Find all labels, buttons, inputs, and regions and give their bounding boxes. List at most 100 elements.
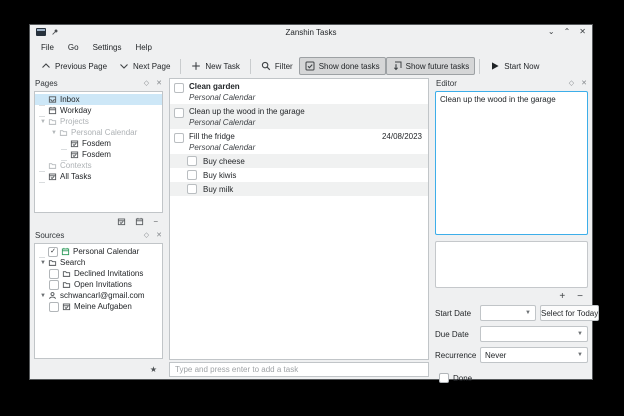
source-item-declined-invitations[interactable]: Declined Invitations [35,268,162,279]
task-row[interactable]: Clean up the wood in the garage Personal… [170,104,428,129]
pages-item-fosdem-1[interactable]: Fosdem [35,138,162,149]
maximize-button[interactable]: ⌃ [564,28,571,36]
source-checkbox-checked[interactable]: ✓ [48,247,58,257]
pages-item-inbox[interactable]: Inbox [35,94,162,105]
show-done-label: Show done tasks [319,62,380,71]
source-item-meine-aufgaben[interactable]: Meine Aufgaben [35,301,162,312]
plus-icon [191,61,201,71]
due-date-row: Due Date ▼ [435,326,588,342]
titlebar[interactable]: Zanshin Tasks ⌄ ⌃ ✕ [30,25,592,39]
task-checkbox[interactable] [174,108,184,118]
menu-go[interactable]: Go [61,41,86,54]
source-checkbox[interactable] [49,269,59,279]
new-task-button[interactable]: New Task [185,57,246,75]
tree-item-label: Projects [60,117,89,126]
task-description-editor[interactable]: Clean up the wood in the garage [435,91,588,235]
expander-icon[interactable]: ▼ [49,128,59,138]
attachment-list[interactable] [435,241,588,288]
new-task-label: New Task [205,62,240,71]
due-date-combobox[interactable]: ▼ [480,326,588,342]
pages-item-projects[interactable]: ▼ Projects [35,116,162,127]
app-window: Zanshin Tasks ⌄ ⌃ ✕ File Go Settings Hel… [29,24,593,380]
tree-item-label: Meine Aufgaben [74,302,132,311]
expander-icon[interactable]: ▼ [38,258,48,268]
pages-footer: − [30,213,167,229]
default-source-button[interactable]: ★ [150,365,157,374]
close-button[interactable]: ✕ [579,28,586,36]
add-context-button[interactable] [135,217,144,226]
expander-icon[interactable]: ▼ [38,117,48,127]
pages-item-contexts[interactable]: Contexts [35,160,162,171]
task-row[interactable]: Buy milk [170,182,428,196]
tree-item-label: Open Invitations [74,280,132,289]
task-checkbox[interactable] [187,170,197,180]
recurrence-value: Never [485,351,506,360]
add-task-input[interactable] [169,362,429,377]
start-date-row: Start Date ▼ Select for Today [435,305,588,321]
task-title: Buy kiwis [203,171,236,180]
tree-item-label: schwancarl@gmail.com [60,291,145,300]
sources-float-button[interactable]: ◇ [144,232,149,239]
start-now-button[interactable]: Start Now [484,57,545,75]
sources-close-button[interactable]: ✕ [156,232,162,239]
pages-panel-header: Pages ◇ ✕ [30,77,167,90]
pages-float-button[interactable]: ◇ [144,80,149,87]
menu-settings[interactable]: Settings [86,41,129,54]
done-label: Done [453,374,472,383]
task-checkbox[interactable] [187,156,197,166]
pages-item-personal-calendar[interactable]: ▼ Personal Calendar [35,127,162,138]
recurrence-row: Recurrence Never ▼ [435,347,588,363]
task-checkbox[interactable] [187,184,197,194]
menu-file[interactable]: File [34,41,61,54]
expander-icon[interactable]: ▼ [38,291,48,301]
remove-page-button[interactable]: − [153,217,158,226]
task-row[interactable]: Clean garden Personal Calendar [170,79,428,104]
pages-item-workday[interactable]: Workday [35,105,162,116]
add-attachment-button[interactable]: + [559,293,565,301]
inbox-icon [48,95,57,104]
task-row[interactable]: Buy kiwis [170,168,428,182]
editor-float-button[interactable]: ◇ [569,80,574,87]
pages-item-all-tasks[interactable]: All Tasks [35,171,162,182]
editor-form: Start Date ▼ Select for Today Due Date ▼ [431,304,592,383]
task-row[interactable]: Buy cheese [170,154,428,168]
sources-tree: ✓ Personal Calendar ▼ Search Declined In… [34,243,163,359]
chevron-down-icon: ▼ [525,310,531,316]
editor-close-button[interactable]: ✕ [581,80,587,87]
previous-page-label: Previous Page [55,62,107,71]
show-done-tasks-toggle[interactable]: Show done tasks [299,57,386,75]
add-project-button[interactable] [117,217,126,226]
source-item-gmail-account[interactable]: ▼ schwancarl@gmail.com [35,290,162,301]
sources-panel-header: Sources ◇ ✕ [30,229,167,242]
task-row[interactable]: Fill the fridge Personal Calendar 24/08/… [170,129,428,154]
task-due-date: 24/08/2023 [382,132,424,141]
menu-help[interactable]: Help [128,41,158,54]
toolbar: Previous Page Next Page New Task Filter … [30,55,592,77]
pages-tree: Inbox Workday ▼ Projects ▼ [34,91,163,213]
task-checkbox[interactable] [174,133,184,143]
source-item-search[interactable]: ▼ Search [35,257,162,268]
recurrence-combobox[interactable]: Never ▼ [480,347,588,363]
task-calendar-icon [70,139,79,148]
select-for-today-button[interactable]: Select for Today [540,305,599,321]
pages-close-button[interactable]: ✕ [156,80,162,87]
source-checkbox[interactable] [49,280,59,290]
start-date-combobox[interactable]: ▼ [480,305,536,321]
next-page-button[interactable]: Next Page [113,57,176,75]
minimize-button[interactable]: ⌄ [548,28,555,36]
filter-button[interactable]: Filter [255,57,299,75]
done-checkbox[interactable] [439,373,449,383]
tree-item-label: Fosdem [82,150,111,159]
pages-item-fosdem-2[interactable]: Fosdem [35,149,162,160]
folder-icon [62,269,71,278]
remove-attachment-button[interactable]: − [577,293,583,301]
task-subtitle: Personal Calendar [189,93,255,102]
source-item-personal-calendar[interactable]: ✓ Personal Calendar [35,246,162,257]
source-item-open-invitations[interactable]: Open Invitations [35,279,162,290]
task-checkbox[interactable] [174,83,184,93]
previous-page-button[interactable]: Previous Page [35,57,113,75]
show-future-tasks-toggle[interactable]: Show future tasks [386,57,476,75]
source-checkbox[interactable] [49,302,59,312]
chevron-down-icon [119,61,129,71]
sources-panel: Sources ◇ ✕ ✓ Personal Calendar ▼ Search [30,229,167,379]
